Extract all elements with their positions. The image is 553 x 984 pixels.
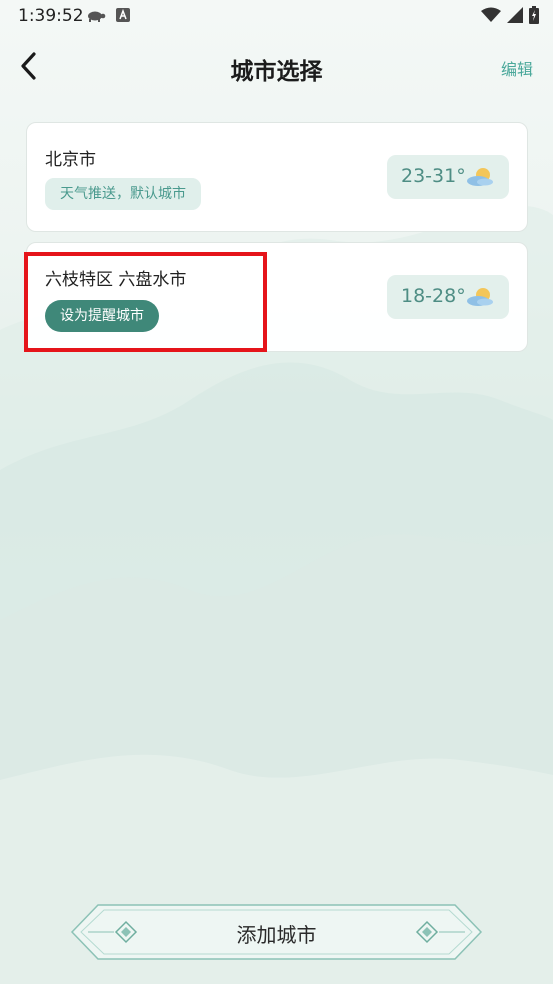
status-left-icons — [86, 8, 130, 22]
city-name: 六枝特区 六盘水市 — [45, 270, 187, 290]
status-bar: 1:39:52 — [0, 0, 553, 32]
edit-button[interactable]: 编辑 — [501, 56, 533, 80]
turtle-icon — [88, 11, 106, 22]
partly-cloudy-icon — [467, 288, 493, 306]
weather-pill: 18-28° — [387, 275, 509, 319]
temperature-range: 23-31° — [401, 165, 466, 187]
default-city-tag: 天气推送，默认城市 — [45, 178, 201, 210]
temperature-range: 18-28° — [401, 285, 466, 307]
signal-icon — [507, 7, 523, 23]
partly-cloudy-icon — [467, 168, 493, 186]
battery-icon — [529, 6, 539, 24]
wifi-icon — [481, 7, 501, 22]
city-card-beijing[interactable]: 北京市 天气推送，默认城市 23-31° — [26, 122, 528, 232]
header: 城市选择 编辑 — [0, 40, 553, 94]
add-city-button[interactable]: 添加城市 — [70, 903, 483, 961]
city-card-liuzhi[interactable]: 六枝特区 六盘水市 设为提醒城市 18-28° — [26, 242, 528, 352]
weather-pill: 23-31° — [387, 155, 509, 199]
status-time: 1:39:52 — [18, 6, 84, 26]
set-reminder-city-button[interactable]: 设为提醒城市 — [45, 300, 159, 332]
a-box-icon — [116, 8, 130, 22]
city-name: 北京市 — [45, 150, 96, 170]
status-right-icons — [481, 6, 539, 24]
add-city-label: 添加城市 — [236, 923, 317, 947]
page-title: 城市选择 — [230, 59, 323, 85]
